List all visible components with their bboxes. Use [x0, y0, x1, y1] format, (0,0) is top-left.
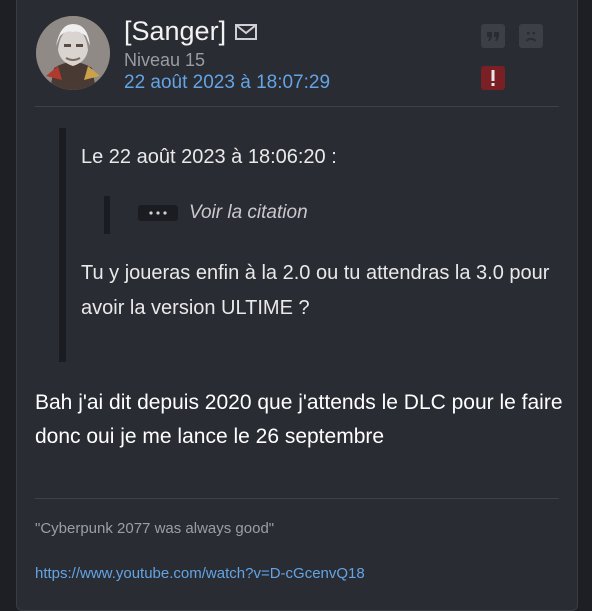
view-quote-link[interactable]: Voir la citation [189, 200, 308, 226]
quote-text: Tu y joueras enfin à la 2.0 ou tu attend… [81, 262, 550, 319]
header-divider [35, 106, 559, 107]
avatar-image [36, 16, 110, 90]
forum-post-card: [Sanger] Niveau 15 22 août 2023 à 18:07:… [16, 0, 578, 611]
post-body: Bah j'ai dit depuis 2020 que j'attends l… [35, 391, 563, 448]
signature-quote: "Cyberpunk 2077 was always good" [35, 520, 275, 537]
ellipsis-icon[interactable] [138, 205, 178, 221]
quote-icon [487, 32, 499, 41]
user-level: Niveau 15 [124, 50, 206, 70]
sad-button[interactable] [519, 24, 543, 48]
report-button[interactable] [481, 66, 505, 90]
quote-header: Le 22 août 2023 à 18:06:20 : [81, 146, 337, 168]
avatar[interactable] [36, 16, 110, 90]
sad-face-icon [525, 32, 537, 42]
username[interactable]: [Sanger] [124, 14, 226, 48]
signature-link[interactable]: https://www.youtube.com/watch?v=D-cGcenv… [35, 563, 365, 585]
signature-divider [35, 498, 559, 499]
quote-button[interactable] [481, 24, 505, 48]
nested-quote-bar [104, 196, 110, 234]
ellipsis-dots [149, 211, 167, 215]
quote-bar [59, 128, 66, 362]
exclamation-icon [491, 70, 495, 86]
mail-icon[interactable] [235, 24, 257, 40]
post-timestamp[interactable]: 22 août 2023 à 18:07:29 [124, 70, 330, 96]
